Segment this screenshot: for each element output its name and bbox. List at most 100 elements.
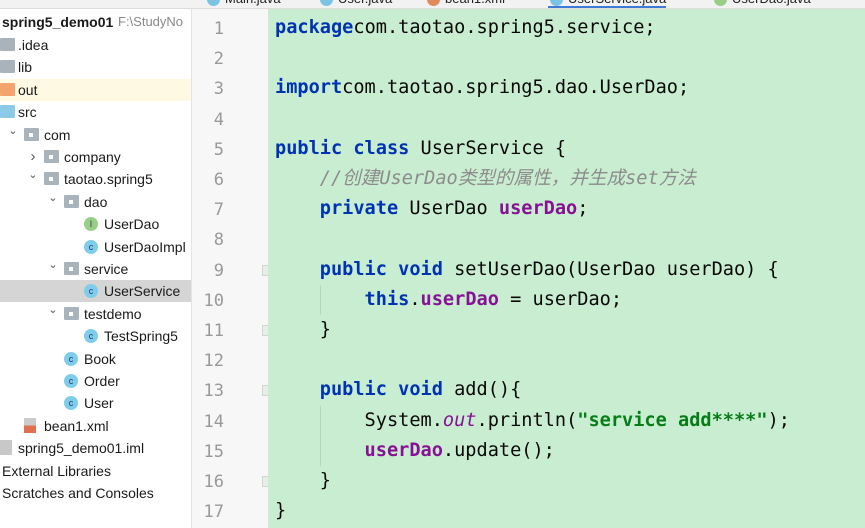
code-token: userDao (275, 439, 443, 461)
line-number: 13 (203, 381, 224, 402)
line-number: 1 (213, 19, 224, 39)
iml-file-icon (0, 440, 12, 456)
code-line: importcom.taotao.spring5.dao.UserDao; (275, 73, 689, 103)
chevron-down-icon[interactable]: ⌄ (48, 299, 58, 321)
line-number: 17 (203, 502, 224, 523)
tree-item-label: Scratches and Consoles (2, 485, 154, 501)
tree-item-testdemo[interactable]: ⌄ testdemo (0, 303, 191, 325)
tree-item-user[interactable]: c User (0, 392, 191, 414)
line-number: 10 (203, 290, 224, 311)
project-name: spring5_demo01 (2, 14, 114, 30)
interface-icon: I (84, 217, 98, 232)
code-token: } (275, 319, 331, 340)
tree-item-userdaoimpl[interactable]: c UserDaoImpl (0, 236, 191, 258)
tree-item-book[interactable]: c Book (0, 348, 191, 370)
test-class-icon: c (84, 329, 98, 344)
line-number: 3 (213, 79, 224, 100)
code-token: } (275, 500, 287, 522)
tree-item-bean1-xml[interactable]: bean1.xml (0, 415, 191, 437)
code-token: System. (275, 409, 443, 431)
code-token: add(){ (442, 379, 522, 401)
folder-blue-icon (0, 105, 15, 119)
code-token: userDao (498, 198, 578, 220)
line-number: 12 (203, 351, 224, 372)
class-icon: c (64, 396, 78, 411)
code-line: System.out.println("service add****"); (275, 406, 790, 436)
tree-item-label: Book (84, 350, 116, 367)
code-token: package (275, 17, 354, 38)
line-number: 2 (213, 49, 224, 70)
tree-item-userservice[interactable]: c UserService (0, 280, 191, 303)
chevron-down-icon[interactable]: ⌄ (28, 164, 38, 186)
code-token: . (409, 288, 421, 310)
tree-item-label: testdemo (84, 305, 142, 322)
tree-item-order[interactable]: c Order (0, 370, 191, 392)
tree-item-userdao[interactable]: I UserDao (0, 213, 191, 235)
tree-item-label: spring5_demo01.iml (18, 440, 145, 457)
line-number: 4 (213, 109, 224, 130)
tree-item--idea[interactable]: .idea (0, 34, 191, 56)
code-token: com.taotao.spring5.service; (353, 17, 656, 38)
tree-item-testspring5[interactable]: c TestSpring5 (0, 325, 191, 347)
code-line: } (275, 496, 286, 526)
indent-guide (320, 405, 321, 466)
chevron-down-icon[interactable]: ⌄ (48, 254, 58, 276)
chevron-down-icon[interactable]: ⌄ (48, 187, 58, 209)
project-path: F:\StudyNo (118, 14, 184, 29)
code-token: = userDao; (498, 288, 623, 310)
tree-item-label: company (64, 149, 121, 165)
package-icon (64, 306, 79, 320)
line-number: 8 (213, 230, 224, 251)
line-number: 15 (203, 441, 224, 462)
code-token: private (275, 198, 399, 220)
tree-item-label: taotao.spring5 (64, 171, 153, 188)
tree-item-taotao-spring5[interactable]: ⌄ taotao.spring5 (0, 168, 191, 190)
code-token: "service add****" (577, 409, 768, 431)
tree-item-dao[interactable]: ⌄ dao (0, 191, 191, 213)
line-gutter: 1 2 3 4 5 6 7 8 9 10 11 12 13 14 15 16 17 (192, 9, 274, 528)
code-token: ; (577, 198, 589, 220)
tab-userservice-java[interactable]: UserService.java (548, 0, 667, 8)
tree-item-external-libraries[interactable]: External Libraries (0, 460, 191, 482)
class-icon (714, 0, 727, 6)
tree-item-com[interactable]: ⌄ com (0, 124, 191, 146)
package-icon (44, 172, 59, 186)
tab-userdao-java[interactable]: UserDao.java (712, 0, 811, 8)
tree-item-label: lib (18, 59, 33, 76)
code-token: UserDao (398, 198, 499, 220)
class-icon: c (84, 239, 98, 254)
tab-main-java[interactable]: Main.java (205, 0, 281, 8)
code-token: UserService { (409, 137, 567, 159)
folder-icon (0, 60, 15, 74)
line-number: 14 (203, 411, 224, 432)
tree-item-label: UserService (104, 283, 181, 300)
code-editor[interactable]: packagecom.taotao.spring5.service; import… (268, 9, 865, 528)
tree-item-label: User (84, 395, 114, 412)
code-token: public void (275, 258, 443, 280)
tree-item-scratches-and-consoles[interactable]: Scratches and Consoles (0, 482, 191, 504)
code-line: public class UserService { (275, 134, 566, 164)
tree-item-spring5-demo01-iml[interactable]: spring5_demo01.iml (0, 437, 191, 459)
xml-file-icon (427, 0, 440, 6)
tree-item-service[interactable]: ⌄ service (0, 258, 191, 280)
code-line: //创建UserDao类型的属性，并生成set方法 (275, 164, 696, 194)
tree-item-label: com (44, 126, 71, 143)
line-number: 9 (213, 260, 224, 281)
package-icon (44, 150, 59, 163)
tree-item-src[interactable]: src (0, 101, 191, 123)
tree-item-label: UserDaoImpl (104, 238, 186, 255)
code-token: com.taotao.spring5.dao.UserDao; (342, 77, 690, 99)
project-root[interactable]: spring5_demo01 F:\StudyNo (0, 11, 191, 33)
tab-label: bean1.xml (445, 0, 505, 6)
chevron-down-icon[interactable]: ⌄ (8, 120, 18, 142)
tab-bean1-xml[interactable]: bean1.xml (425, 0, 505, 8)
tab-user-java[interactable]: User.java (318, 0, 392, 8)
tree-item-out[interactable]: out (0, 78, 191, 101)
tree-item-lib[interactable]: lib (0, 56, 191, 78)
line-number: 7 (213, 200, 224, 221)
tree-item-label: out (18, 81, 38, 98)
tree-item-label: dao (84, 193, 108, 210)
class-icon (550, 0, 563, 6)
line-number: 6 (213, 170, 224, 190)
line-number: 11 (203, 321, 224, 341)
